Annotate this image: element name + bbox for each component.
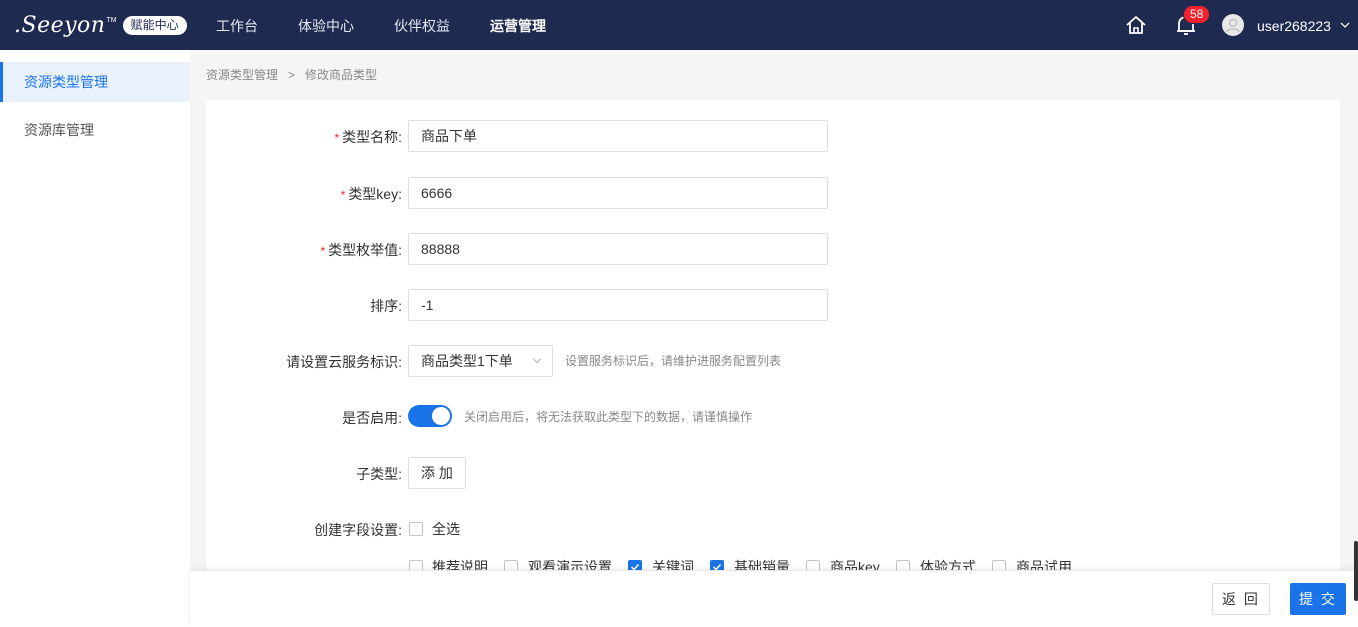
- nav-experience-center[interactable]: 体验中心: [278, 0, 374, 50]
- logo-trademark: TM: [106, 16, 117, 24]
- seeyon-logo[interactable]: .Seeyon TM 赋能中心: [14, 12, 187, 38]
- sidebar: 资源类型管理 资源库管理: [0, 50, 190, 627]
- cloud-service-select[interactable]: 商品类型1下单: [408, 345, 553, 377]
- form-row-type-name: * 类型名称: 商品下单: [206, 120, 1340, 152]
- form-row-type-enum: * 类型枚举值: 88888: [206, 233, 1340, 265]
- field-option-label[interactable]: 观看演示设置: [528, 558, 612, 570]
- field-option-label[interactable]: 推荐说明: [432, 558, 488, 570]
- field-settings-label: 创建字段设置:: [314, 522, 402, 538]
- scrollbar-thumb[interactable]: [1354, 541, 1358, 601]
- cloud-service-label: 请设置云服务标识:: [286, 354, 402, 370]
- nav-operations-management[interactable]: 运营管理: [470, 0, 566, 50]
- required-asterisk: *: [320, 244, 326, 258]
- empowerment-center-badge: 赋能中心: [122, 15, 187, 35]
- form-row-cloud-service: 请设置云服务标识: 商品类型1下单 设置服务标识后，请维护进服务配置列表: [206, 345, 1340, 377]
- sort-label: 排序:: [370, 298, 402, 314]
- nav-workbench[interactable]: 工作台: [196, 0, 278, 50]
- select-all-label[interactable]: 全选: [432, 520, 460, 538]
- field-option-label[interactable]: 基础销量: [734, 558, 790, 570]
- nav-partner-benefits[interactable]: 伙伴权益: [374, 0, 470, 50]
- field-option-label[interactable]: 关键词: [652, 558, 694, 570]
- field-option-checkbox[interactable]: [710, 560, 724, 570]
- check-icon: [630, 563, 640, 570]
- submit-button[interactable]: 提 交: [1290, 583, 1346, 615]
- breadcrumb-separator: >: [288, 68, 296, 82]
- field-option-checkbox[interactable]: [409, 560, 423, 570]
- back-button[interactable]: 返 回: [1212, 583, 1270, 615]
- required-asterisk: *: [334, 131, 340, 145]
- chevron-down-icon[interactable]: [1340, 20, 1350, 30]
- breadcrumb-parent[interactable]: 资源类型管理: [206, 68, 278, 82]
- sidebar-item-resource-library-management[interactable]: 资源库管理: [0, 110, 190, 150]
- chevron-down-icon: [532, 358, 542, 364]
- cloud-service-hint: 设置服务标识后，请维护进服务配置列表: [565, 354, 782, 368]
- footer-action-bar: 返 回 提 交: [190, 571, 1358, 627]
- type-enum-input[interactable]: 88888: [408, 233, 828, 265]
- form-row-enabled: 是否启用: 关闭启用后，将无法获取此类型下的数据，请谨慎操作: [206, 405, 1340, 429]
- breadcrumb-current: 修改商品类型: [305, 68, 378, 82]
- breadcrumb: 资源类型管理 > 修改商品类型: [206, 66, 377, 84]
- form-row-subtype: 子类型: 添 加: [206, 457, 1340, 489]
- required-asterisk: *: [340, 188, 346, 202]
- subtype-label: 子类型:: [356, 466, 402, 482]
- select-all-checkbox[interactable]: [409, 522, 423, 536]
- type-name-input[interactable]: 商品下单: [408, 120, 828, 152]
- type-enum-label: * 类型枚举值:: [320, 242, 402, 258]
- type-key-label: * 类型key:: [340, 186, 402, 202]
- username[interactable]: user268223: [1257, 0, 1331, 52]
- home-icon[interactable]: [1125, 14, 1147, 36]
- enabled-hint: 关闭启用后，将无法获取此类型下的数据，请谨慎操作: [464, 410, 753, 424]
- field-option-label[interactable]: 体验方式: [920, 558, 976, 570]
- main-nav: 工作台 体验中心 伙伴权益 运营管理: [196, 0, 566, 50]
- enabled-label: 是否启用:: [342, 410, 402, 426]
- notification-count-badge: 58: [1183, 5, 1211, 24]
- user-avatar-icon: [1225, 18, 1241, 33]
- type-name-label: * 类型名称:: [334, 129, 402, 145]
- add-subtype-button[interactable]: 添 加: [408, 457, 466, 489]
- sort-input[interactable]: -1: [408, 289, 828, 321]
- top-navigation-bar: .Seeyon TM 赋能中心 工作台 体验中心 伙伴权益 运营管理 58 us…: [0, 0, 1358, 50]
- field-option-checkbox[interactable]: [504, 560, 518, 570]
- toggle-knob: [432, 407, 450, 425]
- field-option-checkbox[interactable]: [806, 560, 820, 570]
- field-option-checkbox[interactable]: [896, 560, 910, 570]
- field-option-checkbox[interactable]: [992, 560, 1006, 570]
- field-option-label[interactable]: 商品key: [830, 558, 880, 570]
- sidebar-item-resource-type-management[interactable]: 资源类型管理: [0, 62, 190, 102]
- form-row-sort: 排序: -1: [206, 289, 1340, 321]
- field-options-row: 推荐说明 观看演示设置 关键词 基础销量 商品key 体验方式 商品试用: [206, 556, 1340, 570]
- field-option-label[interactable]: 商品试用: [1016, 558, 1072, 570]
- cloud-service-selected-value: 商品类型1下单: [421, 353, 513, 369]
- check-icon: [712, 563, 722, 570]
- avatar[interactable]: [1222, 14, 1244, 36]
- form-row-type-key: * 类型key: 6666: [206, 177, 1340, 209]
- edit-product-type-form: * 类型名称: 商品下单 * 类型key: 6666 * 类型枚举值: 88888 排…: [206, 100, 1340, 570]
- type-key-input[interactable]: 6666: [408, 177, 828, 209]
- enabled-toggle[interactable]: [408, 405, 452, 427]
- logo-text: .Seeyon: [14, 12, 106, 38]
- field-option-checkbox[interactable]: [628, 560, 642, 570]
- form-row-field-settings: 创建字段设置: 全选: [206, 518, 1340, 542]
